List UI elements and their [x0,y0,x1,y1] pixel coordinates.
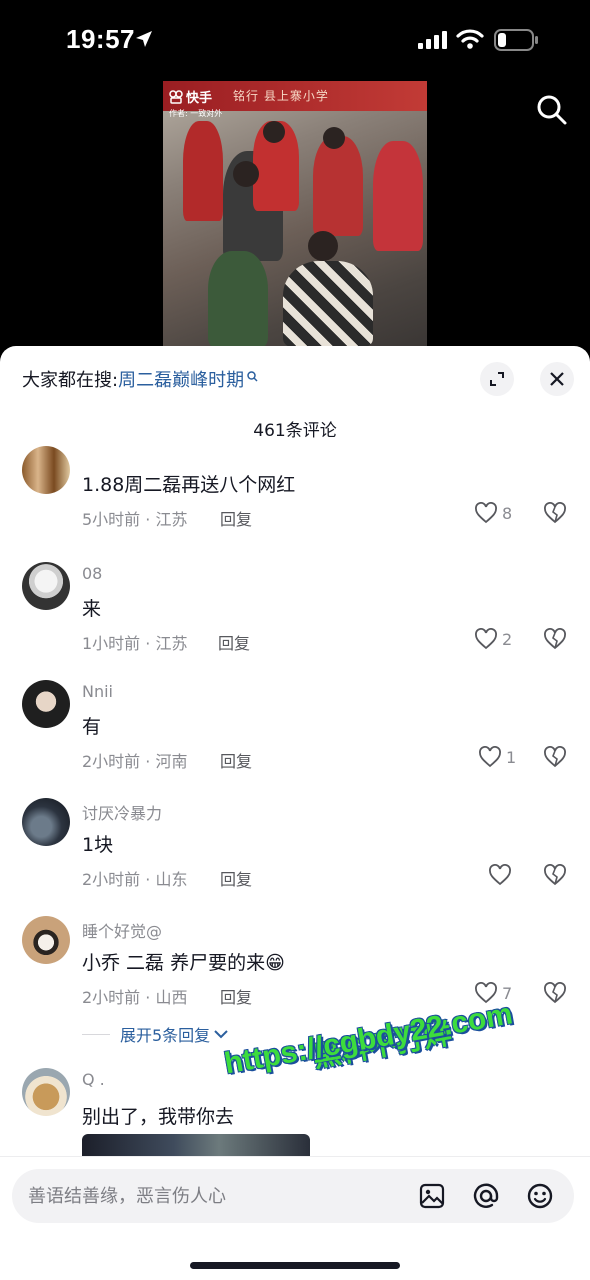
dislike-button[interactable] [543,864,567,890]
expand-icon [490,372,504,386]
username[interactable]: 讨厌冷暴力 [82,800,162,824]
broken-heart-icon [544,746,566,768]
like-button[interactable]: 1 [478,746,516,768]
close-button[interactable] [540,362,574,396]
like-count: 1 [506,747,517,767]
broken-heart-icon [544,982,566,1004]
hot-search-keyword[interactable]: 周二磊巅峰时期 [118,366,244,392]
dislike-button[interactable] [543,746,567,772]
magnifier-icon [247,366,258,387]
comment-input[interactable] [28,1169,408,1223]
comment-count: 461条评论 [253,421,337,441]
divider [82,1033,110,1035]
video-figure [373,141,423,251]
video-figure [283,261,373,347]
comment-text: 小乔 二磊 养尸要的来😁 [82,952,285,974]
avatar[interactable] [22,798,70,846]
location-arrow-icon [134,29,154,53]
status-time: 19:57 [66,24,135,54]
dislike-button[interactable] [543,502,567,528]
kuaishou-watermark: 快手 [169,87,212,106]
comment-item[interactable]: 08 来 1小时前 · 江苏 回复 2 [0,556,590,674]
video-banner-text: 铭行 县上寨小学 [233,89,329,103]
comment-meta: 5小时前 · 江苏 [82,510,188,529]
comment-text: 来 [82,598,102,620]
like-button[interactable]: 2 [474,628,512,650]
expand-button[interactable] [480,362,514,396]
video-figure [183,121,223,221]
comment-meta: 2小时前 · 山东 [82,870,188,889]
reply-button[interactable]: 回复 [218,630,250,654]
like-count: 2 [502,629,513,649]
video-head [323,127,345,149]
username[interactable]: Nnii [82,682,113,701]
video-head [308,231,338,261]
avatar[interactable] [22,1068,70,1116]
avatar[interactable] [22,562,70,610]
kuaishou-label: 快手 [186,91,213,106]
broken-heart-icon [544,628,566,650]
home-indicator [190,1262,400,1269]
image-icon[interactable] [418,1182,446,1214]
emoji-icon[interactable] [526,1182,554,1214]
comment-meta: 1小时前 · 江苏 [82,634,188,653]
comment-sheet: 大家都在搜: 周二磊巅峰时期 461条评论 1.88周二磊再送八个网红 5小时前… [0,346,590,1280]
search-icon[interactable] [536,94,568,130]
status-bar: 19:57 [0,0,590,80]
video-author: 作者: 一致对外 [169,109,223,118]
username[interactable]: 08 [82,564,102,583]
username[interactable]: Q . [82,1070,105,1089]
reply-button[interactable]: 回复 [220,748,252,772]
comment-text: 1.88周二磊再送八个网红 [82,474,296,496]
heart-icon [479,746,501,768]
kuaishou-logo-icon [169,89,183,104]
video-figure [313,136,363,236]
battery-icon [494,29,540,55]
video-player[interactable]: 铭行 县上寨小学 快手 作者: 一致对外 [163,81,427,347]
comment-text: 别出了，我带你去 [82,1106,235,1128]
broken-heart-icon [544,502,566,524]
hot-search-prefix: 大家都在搜: [22,370,119,391]
video-head [233,161,259,187]
comment-text: 1块 [82,834,114,856]
video-head [263,121,285,143]
comment-text: 有 [82,716,102,738]
avatar[interactable] [22,916,70,964]
comment-item[interactable]: 1.88周二磊再送八个网红 5小时前 · 江苏 回复 8 [0,446,590,572]
avatar[interactable] [22,446,70,494]
hot-search[interactable]: 大家都在搜: 周二磊巅峰时期 [22,366,258,392]
expand-replies-button[interactable]: 展开5条回复 [82,1022,229,1046]
dislike-button[interactable] [543,628,567,654]
comment-input-container[interactable] [12,1169,574,1223]
comment-item[interactable]: 讨厌冷暴力 1块 2小时前 · 山东 回复 [0,792,590,910]
comment-meta: 2小时前 · 河南 [82,752,188,771]
heart-icon [489,864,511,886]
mention-icon[interactable] [472,1182,500,1214]
heart-icon [475,628,497,650]
close-icon [550,372,564,386]
cellular-signal-icon [418,30,448,54]
like-count: 8 [502,503,513,523]
reply-button[interactable]: 回复 [220,984,252,1008]
expand-replies-label: 展开5条回复 [120,1026,211,1045]
heart-icon [475,502,497,524]
comment-item[interactable]: Nnii 有 2小时前 · 河南 回复 1 [0,674,590,792]
like-button[interactable] [488,864,516,886]
reply-button[interactable]: 回复 [220,866,252,890]
like-button[interactable]: 8 [474,502,512,524]
comment-meta: 2小时前 · 山西 [82,988,188,1007]
wifi-icon [456,28,484,54]
video-figure [208,251,268,347]
chevron-down-icon [214,1030,228,1039]
reply-button[interactable]: 回复 [220,506,252,530]
avatar[interactable] [22,680,70,728]
username[interactable]: 睡个好觉@ [82,918,162,942]
broken-heart-icon [544,864,566,886]
dislike-button[interactable] [543,982,567,1008]
